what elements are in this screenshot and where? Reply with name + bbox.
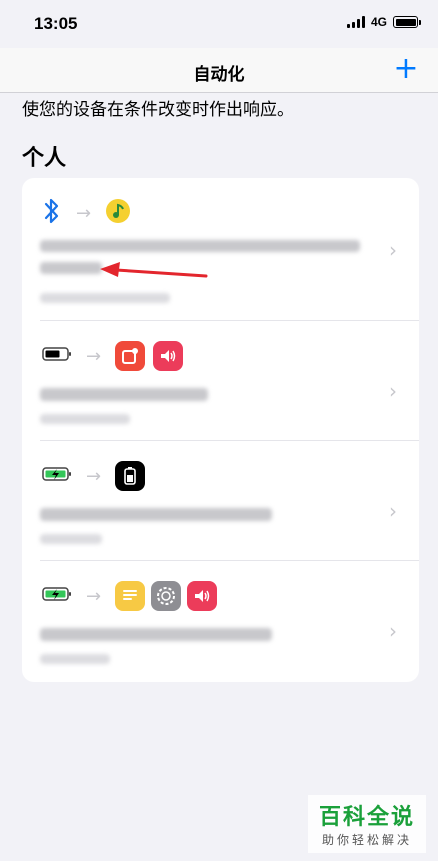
row-icons: → bbox=[42, 461, 146, 491]
volume-icon bbox=[153, 341, 184, 371]
arrow-right-icon: → bbox=[76, 202, 92, 224]
network-type: 4G bbox=[370, 15, 387, 29]
blurred-description bbox=[40, 628, 272, 641]
battery-widget-icon bbox=[115, 461, 146, 491]
battery-icon bbox=[393, 16, 421, 28]
automation-row[interactable]: → › bbox=[22, 178, 419, 321]
blurred-detail bbox=[40, 534, 102, 544]
watermark-title: 百科全说 bbox=[318, 805, 415, 830]
chevron-right-icon: › bbox=[389, 499, 397, 523]
blurred-detail bbox=[40, 293, 170, 303]
annotation-arrow-icon bbox=[100, 262, 208, 278]
watermark-subtitle: 助你轻松解决 bbox=[321, 833, 412, 847]
signal-icon bbox=[346, 16, 365, 28]
row-icons: → bbox=[42, 581, 218, 611]
low-battery-icon bbox=[42, 346, 72, 366]
chevron-right-icon: › bbox=[389, 379, 397, 403]
row-icons: → bbox=[42, 196, 131, 230]
blurred-description bbox=[40, 388, 208, 401]
watermark: 百科全说 助你轻松解决 bbox=[308, 795, 426, 853]
blurred-detail bbox=[40, 654, 110, 664]
automation-list: → › → › → › → › bbox=[22, 178, 419, 682]
settings-gear-icon bbox=[151, 581, 182, 611]
status-bar: 13:05 4G bbox=[0, 0, 438, 48]
status-indicators: 4G bbox=[346, 15, 421, 29]
bluetooth-icon bbox=[42, 196, 62, 230]
page-title: 自动化 bbox=[193, 65, 245, 85]
arrow-right-icon: → bbox=[86, 585, 102, 607]
arrow-right-icon: → bbox=[86, 345, 102, 367]
charging-battery-icon bbox=[42, 586, 72, 606]
chevron-right-icon: › bbox=[389, 619, 397, 643]
automation-row[interactable]: → › bbox=[22, 321, 419, 441]
automation-row[interactable]: → › bbox=[22, 561, 419, 682]
blurred-description bbox=[40, 262, 102, 274]
navigation-bar: 自动化 + bbox=[0, 48, 438, 93]
arrow-right-icon: → bbox=[86, 465, 102, 487]
section-title: 个人 bbox=[22, 146, 67, 171]
automation-row[interactable]: → › bbox=[22, 441, 419, 561]
volume-icon bbox=[187, 581, 218, 611]
record-app-icon bbox=[115, 341, 146, 371]
notes-icon bbox=[115, 581, 146, 611]
blurred-description bbox=[40, 240, 360, 252]
music-app-icon bbox=[105, 198, 131, 228]
row-icons: → bbox=[42, 341, 184, 371]
charging-battery-icon bbox=[42, 466, 72, 486]
chevron-right-icon: › bbox=[389, 238, 397, 262]
blurred-description bbox=[40, 508, 272, 521]
blurred-detail bbox=[40, 414, 130, 424]
add-button[interactable]: + bbox=[392, 54, 420, 84]
status-time: 13:05 bbox=[34, 14, 78, 33]
subtitle: 使您的设备在条件改变时作出响应。 bbox=[22, 100, 294, 120]
